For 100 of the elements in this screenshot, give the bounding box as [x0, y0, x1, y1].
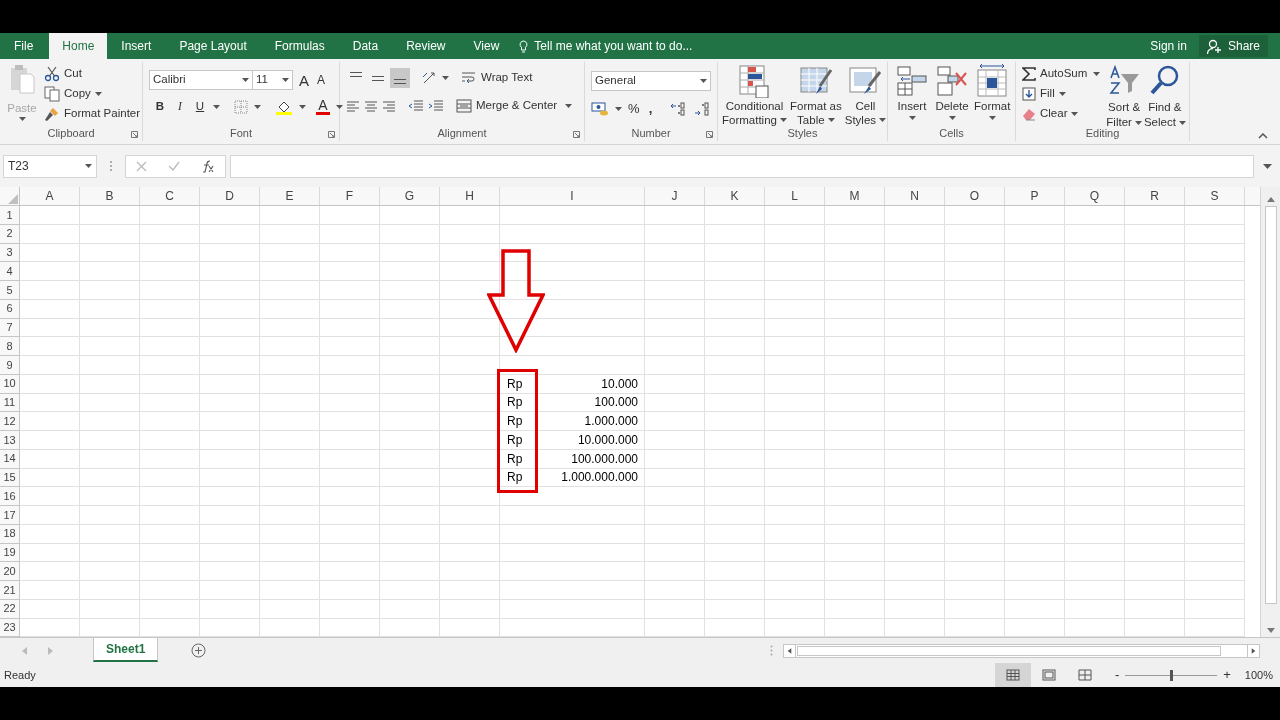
cells-button[interactable]: Delete: [934, 64, 970, 125]
merge-center-button[interactable]: Merge & Center: [448, 96, 575, 116]
column-header[interactable]: K: [705, 187, 765, 205]
ribbon-tab[interactable]: Data: [338, 33, 393, 59]
column-header[interactable]: E: [260, 187, 320, 205]
scroll-up-icon[interactable]: [1266, 197, 1275, 202]
increase-indent-icon[interactable]: [428, 100, 444, 112]
grow-font-button[interactable]: A: [297, 72, 311, 88]
row-header[interactable]: 8: [0, 337, 20, 356]
number-format-dropdown[interactable]: General: [591, 71, 711, 91]
ribbon-tab[interactable]: Formulas: [260, 33, 339, 59]
row-header[interactable]: 16: [0, 487, 20, 506]
format-painter-button[interactable]: Format Painter: [42, 104, 143, 124]
scrollbar-thumb[interactable]: [1264, 206, 1277, 604]
column-header[interactable]: H: [440, 187, 500, 205]
shrink-font-button[interactable]: A: [315, 74, 328, 86]
previous-sheet-icon[interactable]: [22, 646, 27, 655]
column-header[interactable]: M: [825, 187, 885, 205]
ribbon-tab[interactable]: Page Layout: [165, 33, 261, 59]
add-sheet-icon[interactable]: [191, 643, 207, 658]
cells-button[interactable]: Insert: [894, 64, 930, 125]
formula-input[interactable]: [230, 154, 1254, 178]
bold-button[interactable]: B: [153, 98, 167, 116]
expand-icon[interactable]: [1263, 163, 1272, 169]
dialog-launcher-icon[interactable]: [131, 131, 138, 138]
ribbon-tab[interactable]: File: [0, 33, 48, 59]
column-header[interactable]: A: [20, 187, 80, 205]
column-header[interactable]: Q: [1065, 187, 1125, 205]
fill-button[interactable]: Fill: [1020, 84, 1103, 104]
ribbon-tab[interactable]: Home: [49, 33, 108, 59]
row-header[interactable]: 17: [0, 506, 20, 525]
column-header[interactable]: F: [320, 187, 380, 205]
font-name-dropdown[interactable]: Calibri: [149, 70, 253, 90]
align-bottom-button[interactable]: [390, 68, 410, 88]
cells-button[interactable]: Format: [974, 64, 1011, 125]
ribbon-tab[interactable]: Insert: [107, 33, 166, 59]
column-header[interactable]: G: [380, 187, 440, 205]
dialog-launcher-icon[interactable]: [706, 131, 713, 138]
row-header[interactable]: 12: [0, 412, 20, 431]
cancel-icon[interactable]: [136, 160, 148, 172]
borders-icon[interactable]: [234, 99, 248, 114]
table-cell[interactable]: Rp 100.000: [500, 393, 645, 413]
increase-decimal-icon[interactable]: [669, 101, 688, 116]
table-cell[interactable]: Rp 1.000.000.000: [500, 468, 645, 488]
table-cell[interactable]: Rp 1.000.000: [500, 412, 645, 431]
sort-filter-button[interactable]: Sort & Filter: [1104, 64, 1142, 125]
zoom-out-button[interactable]: -: [1114, 665, 1120, 685]
style-button[interactable]: Format as Table: [789, 64, 842, 125]
checkmark-icon[interactable]: [168, 161, 180, 171]
column-header[interactable]: P: [1005, 187, 1065, 205]
column-header[interactable]: L: [765, 187, 825, 205]
row-header[interactable]: 20: [0, 562, 20, 581]
cut-button[interactable]: Cut: [42, 64, 143, 84]
name-box[interactable]: T23: [3, 154, 97, 178]
zoom-in-button[interactable]: +: [1223, 665, 1231, 685]
row-header[interactable]: 9: [0, 356, 20, 375]
orientation-icon[interactable]: [422, 71, 438, 85]
scrollbar-thumb[interactable]: [797, 645, 1221, 656]
column-header[interactable]: I: [500, 187, 645, 205]
column-header[interactable]: S: [1185, 187, 1245, 205]
percent-button[interactable]: %: [628, 99, 640, 119]
zoom-slider-thumb[interactable]: [1169, 669, 1173, 681]
column-header[interactable]: N: [885, 187, 945, 205]
style-button[interactable]: Cell Styles: [844, 64, 887, 125]
row-header[interactable]: 21: [0, 581, 20, 600]
italic-button[interactable]: I: [173, 98, 187, 116]
row-header[interactable]: 1: [0, 206, 20, 225]
scroll-down-icon[interactable]: [1266, 628, 1275, 633]
table-cell[interactable]: Rp 100.000.000: [500, 449, 645, 469]
column-header[interactable]: J: [645, 187, 705, 205]
column-header[interactable]: D: [200, 187, 260, 205]
collapse-ribbon-icon[interactable]: [1258, 133, 1268, 139]
table-cell[interactable]: Rp 10.000.000: [500, 431, 645, 450]
copy-button[interactable]: Copy: [42, 84, 143, 104]
font-size-dropdown[interactable]: 11: [253, 70, 293, 90]
sign-in-link[interactable]: Sign in: [1138, 33, 1199, 59]
decrease-indent-icon[interactable]: [408, 100, 424, 112]
wrap-text-button[interactable]: Wrap Text: [453, 68, 535, 88]
find-select-button[interactable]: Find & Select: [1143, 64, 1186, 125]
select-all-icon[interactable]: [8, 194, 18, 204]
column-header[interactable]: R: [1125, 187, 1185, 205]
underline-button[interactable]: U: [193, 98, 207, 116]
insert-function-icon[interactable]: [200, 159, 215, 173]
row-header[interactable]: 5: [0, 281, 20, 300]
row-header[interactable]: 13: [0, 431, 20, 450]
tell-me-search[interactable]: Tell me what you want to do...: [519, 33, 693, 59]
clear-button[interactable]: Clear: [1020, 104, 1103, 124]
dialog-launcher-icon[interactable]: [328, 131, 335, 138]
autosum-button[interactable]: AutoSum: [1020, 64, 1103, 84]
comma-button[interactable]: ,: [645, 99, 656, 119]
column-header[interactable]: O: [945, 187, 1005, 205]
currency-icon[interactable]: [591, 101, 609, 116]
column-header[interactable]: B: [80, 187, 140, 205]
next-sheet-icon[interactable]: [48, 646, 53, 655]
decrease-decimal-icon[interactable]: [693, 101, 712, 116]
column-header[interactable]: C: [140, 187, 200, 205]
ribbon-tab[interactable]: Review: [392, 33, 460, 59]
share-button[interactable]: Share: [1198, 35, 1268, 57]
style-button[interactable]: Conditional Formatting: [722, 64, 787, 125]
view-button[interactable]: [994, 663, 1031, 687]
